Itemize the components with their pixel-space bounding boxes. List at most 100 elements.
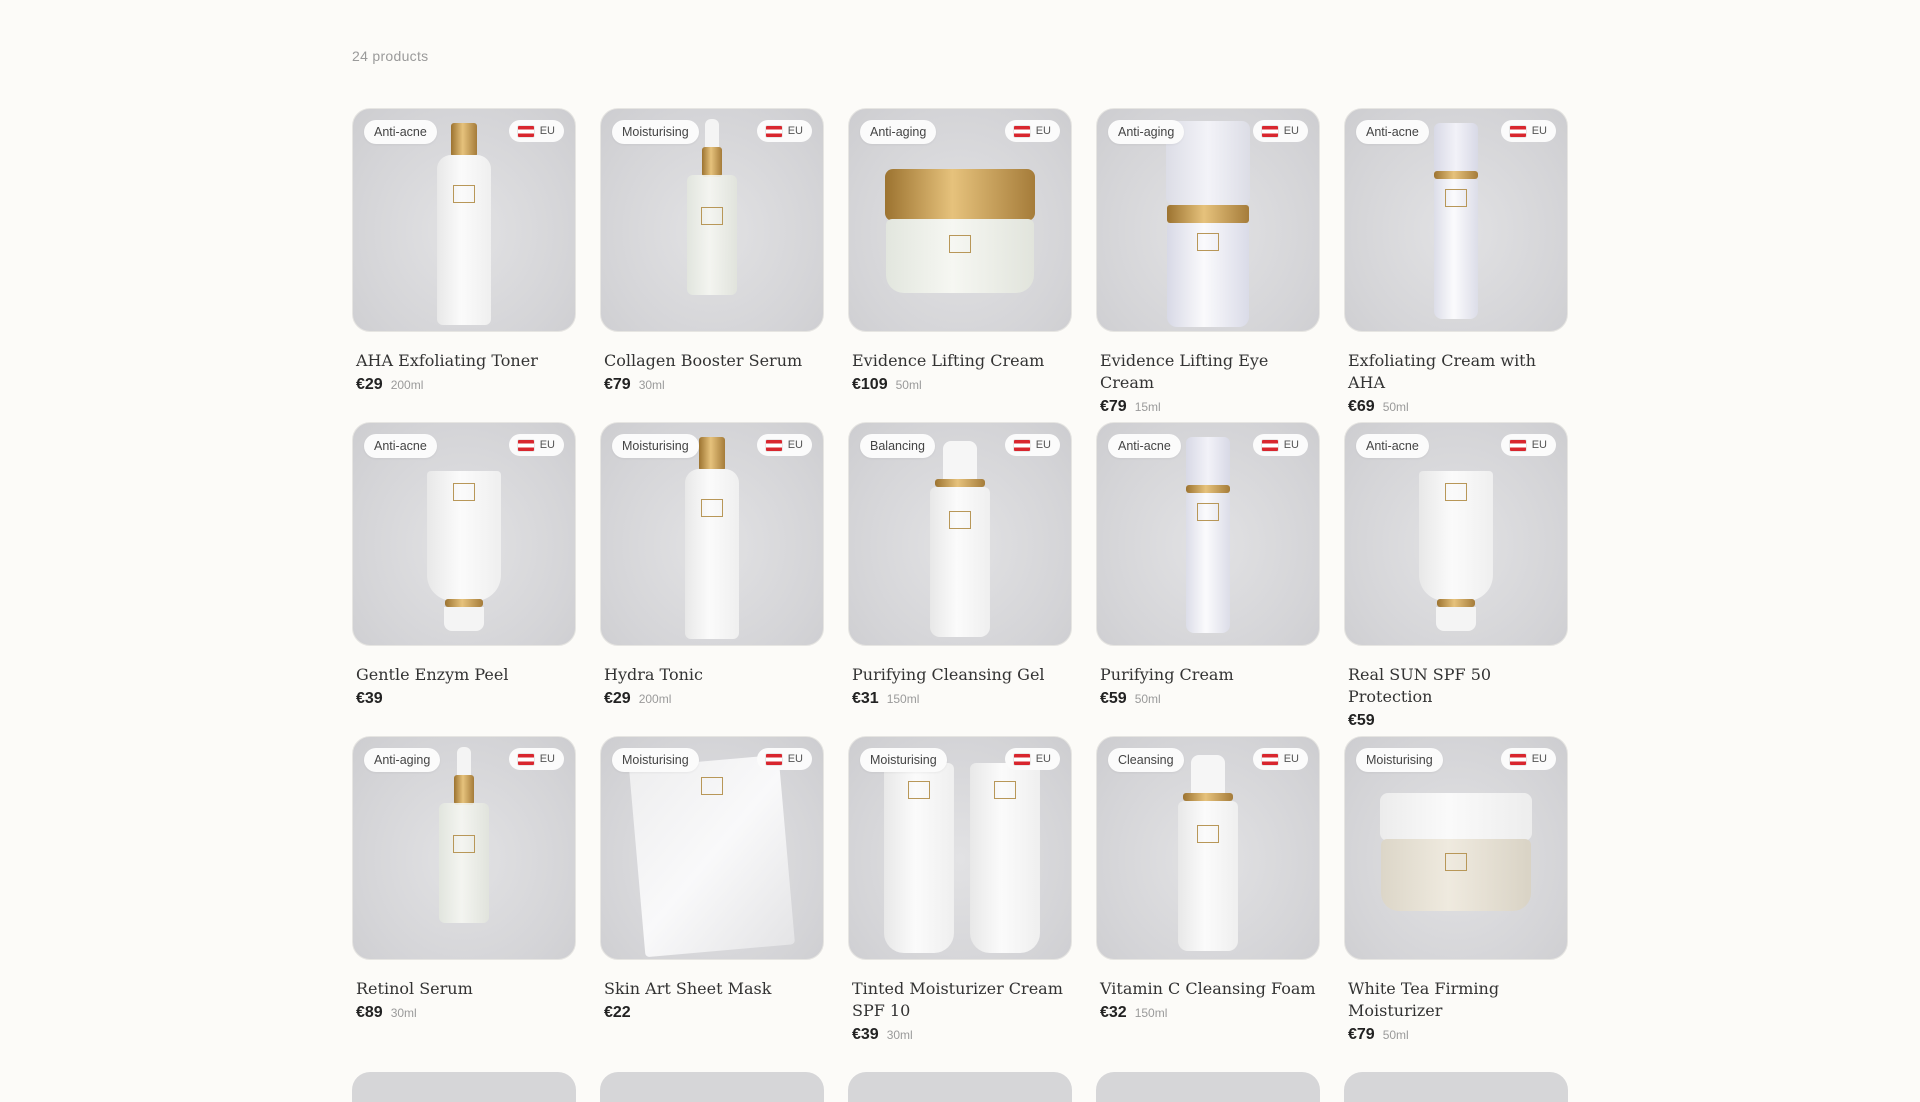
product-price: €22 [604,1004,631,1021]
region-label: EU [787,125,803,137]
product-price: €32 [1100,1004,1127,1021]
product-card[interactable]: Anti-aging EU Retinol Serum €89 30ml [352,736,576,1050]
product-card[interactable]: Cleansing EU Vitamin C Cleansing Foam €3… [1096,736,1320,1050]
product-name[interactable]: Evidence Lifting Cream [848,350,1072,372]
product-card[interactable]: Anti-acne EU Purifying Cream €59 50ml [1096,422,1320,736]
product-card[interactable]: Moisturising EU Skin Art Sheet Mask €22 [600,736,824,1050]
product-size: 50ml [1382,1028,1409,1042]
category-badge: Moisturising [612,748,699,772]
austria-flag-icon [1013,125,1030,137]
product-image[interactable]: Balancing EU [848,422,1072,646]
region-badge: EU [508,434,564,456]
product-name[interactable]: Evidence Lifting Eye Cream [1096,350,1320,394]
product-card-preview[interactable] [600,1072,824,1102]
product-name[interactable]: Purifying Cream [1096,664,1320,686]
price-row: €59 [1344,712,1568,730]
product-card[interactable]: Moisturising EU Collagen Booster Serum €… [600,108,824,422]
product-price: €59 [1100,690,1127,707]
product-image[interactable]: Anti-aging EU [848,108,1072,332]
region-badge: EU [756,748,812,770]
region-label: EU [1283,125,1299,137]
product-name[interactable]: Hydra Tonic [600,664,824,686]
product-price: €39 [852,1026,879,1043]
austria-flag-icon [1509,125,1526,137]
product-card[interactable]: Anti-acne EU Gentle Enzym Peel €39 [352,422,576,736]
product-price: €29 [604,690,631,707]
product-image[interactable]: Moisturising EU [600,108,824,332]
product-image[interactable]: Moisturising EU [1344,736,1568,960]
price-row: €79 30ml [600,376,824,394]
product-price: €89 [356,1004,383,1021]
product-name[interactable]: White Tea Firming Moisturizer [1344,978,1568,1022]
product-size: 30ml [390,1006,417,1020]
region-label: EU [1035,439,1051,451]
product-image[interactable]: Moisturising EU [600,736,824,960]
product-name[interactable]: Retinol Serum [352,978,576,1000]
product-card[interactable]: Moisturising EU Hydra Tonic €29 200ml [600,422,824,736]
product-name[interactable]: Real SUN SPF 50 Protection [1344,664,1568,708]
product-name[interactable]: Collagen Booster Serum [600,350,824,372]
product-name[interactable]: AHA Exfoliating Toner [352,350,576,372]
austria-flag-icon [765,753,782,765]
region-badge: EU [1500,434,1556,456]
product-card-preview[interactable] [1096,1072,1320,1102]
next-row-preview [352,1072,1568,1102]
price-row: €109 50ml [848,376,1072,394]
product-card[interactable]: Moisturising EU White Tea Firming Moistu… [1344,736,1568,1050]
product-image[interactable]: Anti-acne EU [1344,108,1568,332]
region-badge: EU [1500,748,1556,770]
product-name[interactable]: Skin Art Sheet Mask [600,978,824,1000]
price-row: €59 50ml [1096,690,1320,708]
region-badge: EU [1004,434,1060,456]
product-price: €59 [1348,712,1375,729]
product-card[interactable]: Anti-acne EU AHA Exfoliating Toner €29 2… [352,108,576,422]
product-card[interactable]: Anti-acne EU Real SUN SPF 50 Protection … [1344,422,1568,736]
product-card[interactable]: Anti-acne EU Exfoliating Cream with AHA … [1344,108,1568,422]
product-size: 15ml [1134,400,1161,414]
austria-flag-icon [765,439,782,451]
product-name[interactable]: Vitamin C Cleansing Foam [1096,978,1320,1000]
region-label: EU [787,753,803,765]
product-price: €79 [1100,398,1127,415]
product-image[interactable]: Moisturising EU [600,422,824,646]
product-image[interactable]: Anti-acne EU [1096,422,1320,646]
region-badge: EU [508,748,564,770]
product-card[interactable]: Moisturising EU Tinted Moisturizer Cream… [848,736,1072,1050]
product-price: €29 [356,376,383,393]
product-name[interactable]: Exfoliating Cream with AHA [1344,350,1568,394]
category-badge: Anti-aging [364,748,441,772]
region-label: EU [1531,125,1547,137]
product-image[interactable]: Cleansing EU [1096,736,1320,960]
price-row: €32 150ml [1096,1004,1320,1022]
price-row: €89 30ml [352,1004,576,1022]
region-badge: EU [1252,120,1308,142]
region-label: EU [539,125,555,137]
category-badge: Balancing [860,434,935,458]
product-card[interactable]: Anti-aging EU Evidence Lifting Eye Cream… [1096,108,1320,422]
austria-flag-icon [517,753,534,765]
category-badge: Anti-acne [1356,434,1429,458]
region-badge: EU [1004,748,1060,770]
product-card[interactable]: Anti-aging EU Evidence Lifting Cream €10… [848,108,1072,422]
category-badge: Anti-acne [1108,434,1181,458]
product-card-preview[interactable] [352,1072,576,1102]
region-label: EU [539,753,555,765]
product-count: 24 products [352,48,429,64]
product-card-preview[interactable] [1344,1072,1568,1102]
product-card[interactable]: Balancing EU Purifying Cleansing Gel €31… [848,422,1072,736]
product-image[interactable]: Anti-aging EU [352,736,576,960]
product-image[interactable]: Anti-acne EU [1344,422,1568,646]
product-name[interactable]: Purifying Cleansing Gel [848,664,1072,686]
product-size: 200ml [390,378,424,392]
product-image[interactable]: Anti-acne EU [352,108,576,332]
product-name[interactable]: Tinted Moisturizer Cream SPF 10 [848,978,1072,1022]
austria-flag-icon [1261,753,1278,765]
product-image[interactable]: Moisturising EU [848,736,1072,960]
region-label: EU [1531,753,1547,765]
product-image[interactable]: Anti-aging EU [1096,108,1320,332]
product-price: €109 [852,376,888,393]
category-badge: Anti-acne [364,120,437,144]
product-image[interactable]: Anti-acne EU [352,422,576,646]
product-card-preview[interactable] [848,1072,1072,1102]
product-name[interactable]: Gentle Enzym Peel [352,664,576,686]
